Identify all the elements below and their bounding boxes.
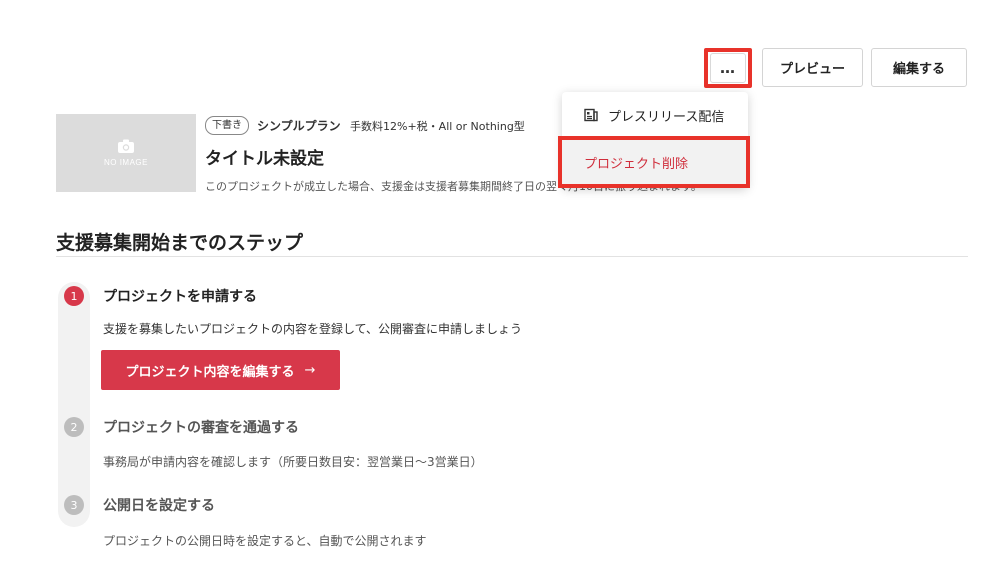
step-3-description: プロジェクトの公開日時を設定すると、自動で公開されます	[103, 534, 427, 548]
menu-item-press-release-label: プレスリリース配信	[608, 109, 725, 125]
arrow-right-icon: →	[304, 362, 316, 378]
edit-project-content-button[interactable]: プロジェクト内容を編集する →	[101, 350, 340, 390]
preview-button-label: プレビュー	[779, 62, 845, 77]
menu-item-delete-project[interactable]: プロジェクト削除	[558, 136, 750, 188]
menu-item-delete-project-label: プロジェクト削除	[584, 156, 689, 172]
step-3-number: 3	[64, 495, 84, 515]
fee-text: 手数料12%+税・All or Nothing型	[350, 120, 525, 133]
steps-timeline	[58, 282, 90, 527]
camera-icon	[118, 139, 134, 153]
step-1-title: プロジェクトを申請する	[103, 289, 257, 305]
step-1-description: 支援を募集したいプロジェクトの内容を登録して、公開審査に申請しましょう	[103, 322, 523, 336]
plan-name: シンプルプラン	[257, 119, 341, 133]
step-1-number: 1	[64, 286, 84, 306]
steps-section-title: 支援募集開始までのステップ	[56, 232, 304, 254]
project-thumbnail: NO IMAGE	[56, 114, 196, 192]
more-options-menu: プレスリリース配信 プロジェクト削除	[558, 92, 750, 188]
step-2-title: プロジェクトの審査を通過する	[103, 420, 299, 436]
project-title: タイトル未設定	[205, 149, 324, 169]
preview-button[interactable]: プレビュー	[762, 48, 863, 87]
edit-project-content-label: プロジェクト内容を編集する	[125, 364, 295, 380]
more-horizontal-icon: …	[720, 59, 736, 77]
step-2-number: 2	[64, 417, 84, 437]
menu-item-press-release[interactable]: プレスリリース配信	[562, 92, 748, 138]
step-2-description: 事務局が申請内容を確認します（所要日数目安：翌営業日〜3営業日）	[103, 455, 483, 469]
more-options-button[interactable]: …	[710, 53, 746, 83]
newspaper-icon	[584, 108, 598, 122]
edit-button[interactable]: 編集する	[871, 48, 967, 87]
status-badge: 下書き	[205, 116, 249, 135]
section-divider	[56, 256, 968, 257]
more-options-highlight: …	[704, 48, 752, 88]
edit-button-label: 編集する	[892, 62, 945, 77]
no-image-label: NO IMAGE	[103, 158, 148, 167]
step-3-title: 公開日を設定する	[103, 498, 215, 514]
